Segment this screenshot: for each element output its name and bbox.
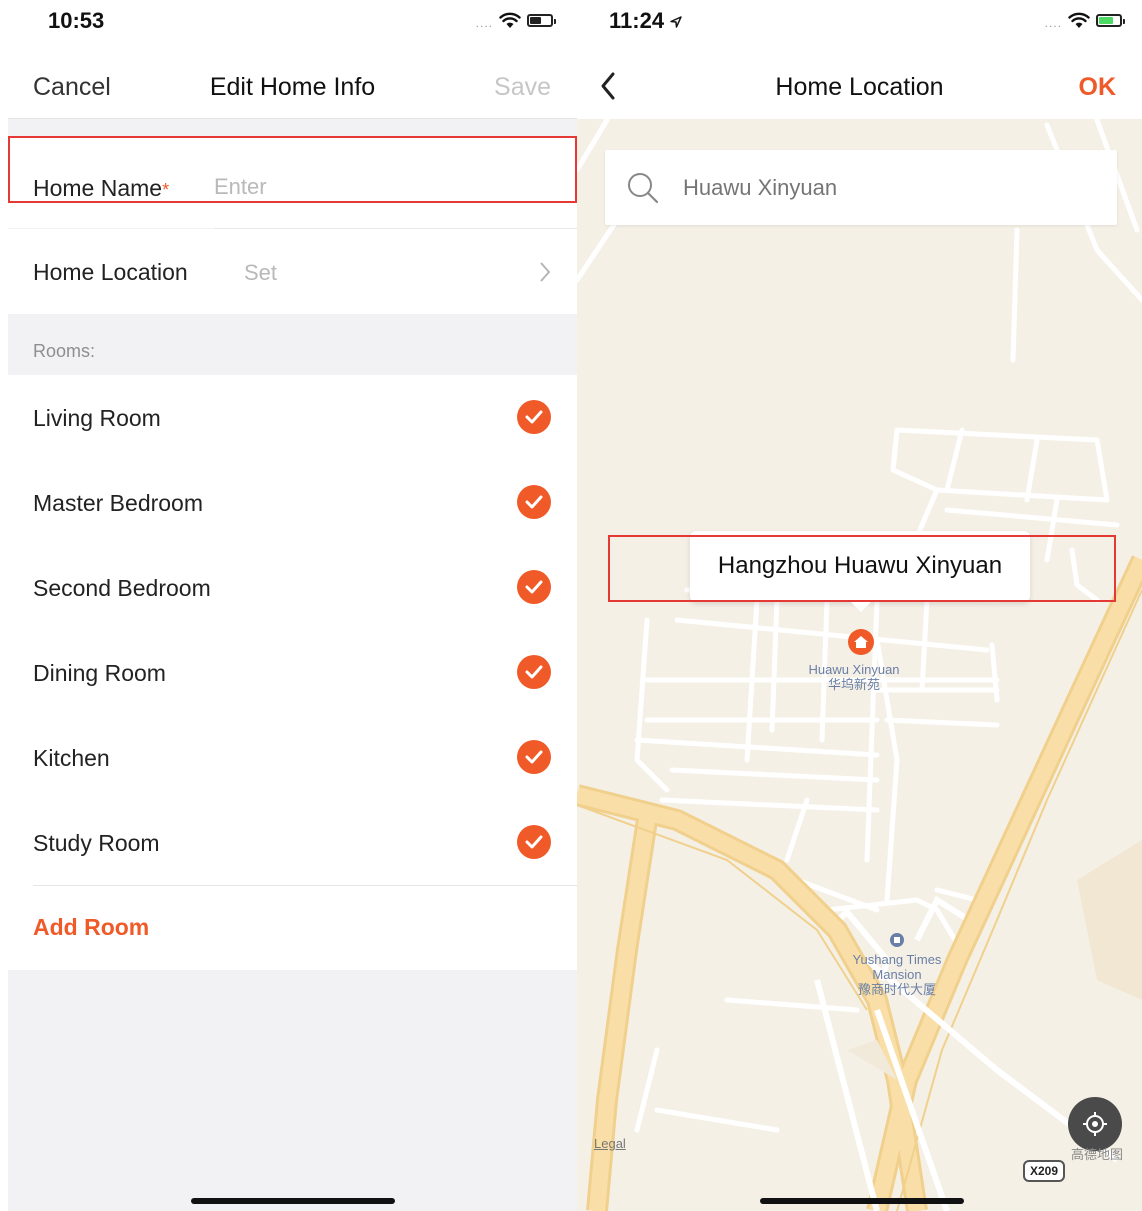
nav-bar: Edit Home Info Cancel Save [8,42,577,119]
road-badge: X209 [1023,1160,1065,1182]
save-button[interactable]: Save [494,73,551,102]
locate-icon [1083,1112,1107,1136]
room-name: Living Room [33,405,161,431]
status-icons: .... [1044,10,1125,30]
location-arrow-icon [670,16,682,28]
ok-button[interactable]: OK [1079,73,1117,102]
room-name: Study Room [33,830,160,856]
rooms-section-label: Rooms: [33,341,96,361]
home-location-screen: 11:24 .... Home Location OK Hangzhou Hua… [577,0,1142,1211]
check-icon[interactable] [517,740,551,774]
check-icon[interactable] [517,570,551,604]
search-input[interactable] [683,168,1093,208]
room-item[interactable]: Master Bedroom [8,460,577,545]
search-icon [628,173,659,204]
battery-icon [1096,13,1125,27]
room-list: Living Room Master Bedroom Second Bedroo… [8,375,577,970]
home-indicator [760,1198,964,1204]
poi-label-home: Huawu Xinyuan 华坞新苑 [779,662,929,692]
callout-text: Hangzhou Huawu Xinyuan [717,552,1003,579]
battery-icon [527,13,556,27]
battery-fill [530,16,541,24]
status-time: 11:24 [609,8,682,34]
poi-mansion-line1: Yushang Times [852,952,942,967]
poi-mansion-line2: Mansion [872,967,922,982]
status-time-text: 11:24 [609,8,665,33]
room-name: Dining Room [33,660,166,686]
back-chevron-icon[interactable] [597,70,621,102]
poi-label-mansion: Yushang Times Mansion 豫商时代大厦 [822,952,972,997]
room-item[interactable]: Living Room [8,375,577,460]
add-room-button[interactable]: Add Room [33,885,577,970]
home-location-value: Set [244,260,278,285]
check-icon[interactable] [517,400,551,434]
cancel-button[interactable]: Cancel [33,73,111,102]
nav-bar: Home Location OK [577,42,1142,119]
room-name: Master Bedroom [33,490,204,516]
signal-icon: .... [1044,16,1062,30]
home-indicator [191,1198,395,1204]
required-mark: * [162,180,170,200]
home-name-row[interactable]: Home Name* [8,138,577,228]
room-item[interactable]: Dining Room [8,630,577,715]
room-item[interactable]: Study Room [8,800,577,885]
wifi-icon [1068,12,1090,28]
chevron-right-icon [540,262,551,282]
home-name-label: Home Name* [33,175,169,202]
signal-icon: .... [475,16,493,30]
wifi-icon [499,12,521,28]
home-name-input[interactable] [214,171,554,203]
edit-home-info-screen: 10:53 .... Edit Home Info Cancel Save Ho… [8,0,577,1211]
room-item[interactable]: Second Bedroom [8,545,577,630]
check-icon[interactable] [517,825,551,859]
home-pin-icon[interactable] [847,628,875,658]
legal-link[interactable]: Legal [594,1136,626,1151]
status-bar: 11:24 .... [577,0,1142,42]
location-callout: Hangzhou Huawu Xinyuan [690,531,1030,612]
page-title: Home Location [775,73,944,101]
poi-home-name-zh: 华坞新苑 [827,677,880,692]
poi-home-name-en: Huawu Xinyuan [808,662,900,677]
map-provider-logo: 高德地图 [1071,1147,1124,1162]
room-name: Kitchen [33,745,110,771]
battery-fill [1099,16,1113,24]
poi-mansion-name-zh: 豫商时代大厦 [857,982,936,997]
building-icon [890,933,904,947]
home-name-label-text: Home Name [33,175,163,201]
check-icon[interactable] [517,485,551,519]
home-location-row[interactable]: Home Location Set [8,229,577,314]
status-bar: 10:53 .... [8,0,577,42]
search-bar[interactable] [605,150,1117,225]
locate-button[interactable] [1068,1097,1122,1151]
status-icons: .... [475,10,556,30]
home-location-label: Home Location [33,259,188,285]
room-item[interactable]: Kitchen [8,715,577,800]
room-name: Second Bedroom [33,575,211,601]
add-room-label: Add Room [33,914,150,940]
status-time: 10:53 [48,8,105,33]
check-icon[interactable] [517,655,551,689]
